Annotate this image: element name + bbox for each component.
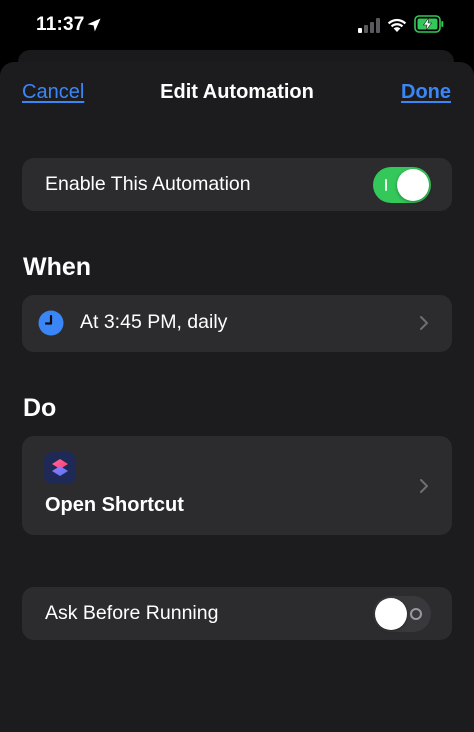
nav-bar: Cancel Edit Automation Done — [0, 62, 474, 124]
location-arrow-icon — [87, 18, 101, 32]
chevron-right-icon — [420, 316, 428, 330]
toggle-off-mark — [410, 608, 422, 620]
done-button[interactable]: Done — [401, 81, 451, 104]
enable-automation-row: Enable This Automation — [22, 158, 452, 211]
toggle-knob — [375, 598, 407, 630]
do-action-row[interactable]: Open Shortcut — [22, 436, 452, 535]
ask-before-running-row: Ask Before Running — [22, 587, 452, 640]
when-trigger-row[interactable]: At 3:45 PM, daily — [22, 295, 452, 352]
clock-icon — [38, 310, 64, 336]
when-section-header: When — [23, 253, 92, 281]
enable-automation-label: Enable This Automation — [45, 173, 251, 195]
chevron-right-icon — [420, 479, 428, 493]
status-time: 11:37 — [36, 14, 85, 35]
shortcuts-app-icon — [44, 452, 76, 484]
ask-before-running-label: Ask Before Running — [45, 602, 219, 624]
screen: 11:37 Cancel Edit Automation Done Enable… — [0, 0, 474, 732]
edit-automation-sheet: Cancel Edit Automation Done Enable This … — [0, 62, 474, 732]
enable-automation-toggle[interactable] — [373, 167, 431, 203]
status-bar: 11:37 — [0, 0, 474, 52]
do-section-header: Do — [23, 394, 57, 422]
when-trigger-label: At 3:45 PM, daily — [80, 311, 228, 333]
toggle-on-mark — [385, 179, 387, 191]
wifi-icon — [387, 18, 407, 32]
ask-before-running-toggle[interactable] — [373, 596, 431, 632]
battery-charging-icon — [414, 15, 444, 33]
do-action-name: Open Shortcut — [45, 494, 184, 516]
toggle-knob — [397, 169, 429, 201]
cellular-signal-icon — [358, 18, 380, 33]
